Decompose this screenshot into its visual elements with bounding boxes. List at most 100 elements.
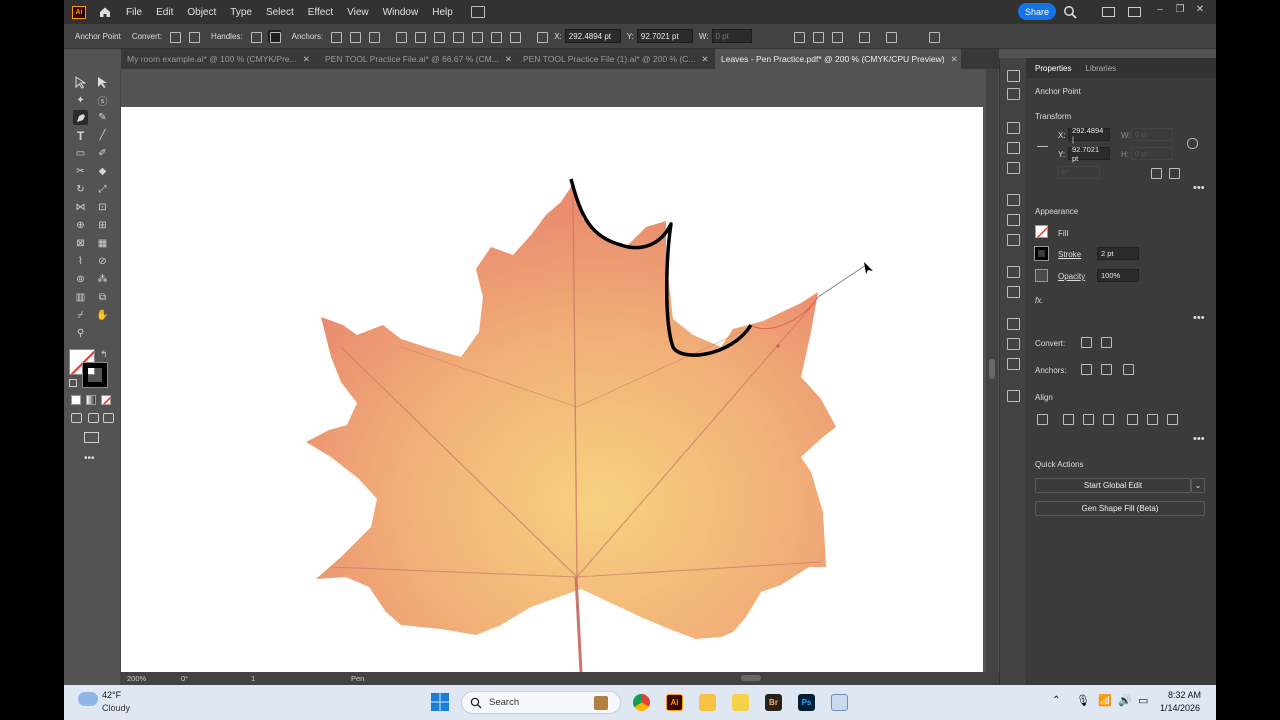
comments-panel-icon[interactable] — [1007, 390, 1020, 402]
eraser-tool-icon[interactable]: ◆ — [95, 164, 110, 179]
flip-vertical-icon[interactable] — [1169, 168, 1180, 179]
weather-description[interactable]: Cloudy — [102, 703, 130, 713]
menu-edit[interactable]: Edit — [156, 7, 173, 18]
align-left-icon[interactable] — [1063, 414, 1074, 425]
h-field[interactable]: 0 pt — [1131, 147, 1173, 160]
artboard[interactable] — [121, 107, 983, 672]
align-to-icon[interactable] — [1037, 414, 1048, 425]
convert-corner-icon[interactable] — [1081, 337, 1092, 348]
isolate-icon[interactable] — [811, 30, 824, 43]
align-right-icon[interactable] — [1103, 414, 1114, 425]
symbol-sprayer-tool-icon[interactable]: ⁂ — [95, 272, 110, 287]
panel-options-icon[interactable] — [884, 30, 897, 43]
column-graph-tool-icon[interactable]: ▥ — [73, 290, 88, 305]
battery-icon[interactable]: ▭ — [1138, 694, 1148, 707]
vertical-scrollbar[interactable] — [986, 69, 998, 672]
transform-more-icon[interactable]: ••• — [1193, 182, 1205, 194]
gradient-tool-icon[interactable]: ▦ — [95, 236, 110, 251]
artwork-svg[interactable] — [121, 107, 983, 672]
home-icon[interactable] — [98, 5, 112, 19]
align-middle-icon[interactable] — [489, 30, 503, 43]
y-field[interactable]: 92.7021 pt — [1068, 145, 1110, 163]
artboards-panel-icon[interactable] — [1007, 338, 1020, 350]
zoom-level[interactable]: 200% — [125, 674, 175, 683]
photoshop-icon[interactable]: Ps — [798, 694, 815, 711]
asset-export-icon[interactable] — [1007, 358, 1020, 370]
show-handles-icon[interactable] — [249, 30, 262, 43]
menu-view[interactable]: View — [347, 7, 369, 18]
rotation-level[interactable]: 0° — [179, 674, 229, 683]
free-transform-tool-icon[interactable]: ⊡ — [95, 200, 110, 215]
measure-tool-icon[interactable]: ⊘ — [95, 254, 110, 269]
draw-inside-icon[interactable] — [103, 413, 114, 423]
appearance-panel-icon[interactable] — [1007, 266, 1020, 278]
align-bottom-icon[interactable] — [508, 30, 522, 43]
draw-behind-icon[interactable] — [88, 413, 99, 423]
stroke-swatch[interactable] — [1034, 246, 1049, 261]
weather-temperature[interactable]: 42°F — [102, 690, 121, 700]
artboard-number[interactable]: 1 — [249, 674, 289, 683]
lasso-tool-icon[interactable]: ⓢ — [95, 93, 110, 108]
slice-tool-icon[interactable]: ⌿ — [73, 308, 88, 323]
menu-type[interactable]: Type — [230, 7, 252, 18]
illustrator-taskbar-icon[interactable]: Ai — [666, 694, 683, 711]
stroke-panel-icon[interactable] — [1007, 194, 1020, 206]
connect-anchors-icon[interactable] — [367, 30, 381, 43]
w-field[interactable]: 0 pt — [711, 29, 752, 43]
close-icon[interactable]: ✕ — [505, 54, 512, 65]
cut-path-icon[interactable] — [348, 30, 362, 43]
opacity-field[interactable]: 100% — [1097, 269, 1139, 282]
workspace-icon[interactable] — [1102, 7, 1115, 17]
draw-normal-icon[interactable] — [71, 413, 82, 423]
tab-leaves-pen-practice[interactable]: Leaves - Pen Practice.pdf* @ 200 % (CMYK… — [715, 49, 961, 69]
close-icon[interactable]: ✕ — [303, 54, 310, 65]
scale-tool-icon[interactable]: ⤢ — [95, 182, 110, 197]
y-field[interactable]: 92.7021 pt — [636, 29, 693, 43]
convert-smooth-icon[interactable] — [1101, 337, 1112, 348]
opacity-label[interactable]: Opacity — [1058, 272, 1085, 281]
convert-smooth-icon[interactable] — [187, 30, 201, 43]
gen-shape-fill-button[interactable]: Gen Shape Fill (Beta) — [1035, 501, 1205, 516]
layers-panel-icon[interactable] — [1007, 318, 1020, 330]
none-mode-icon[interactable] — [101, 395, 111, 405]
paintbrush-tool-icon[interactable]: ✐ — [95, 146, 110, 161]
selection-tool-icon[interactable] — [73, 75, 88, 90]
global-edit-options-icon[interactable]: ⌄ — [1191, 478, 1205, 493]
align-horizontal-center-icon[interactable] — [1083, 414, 1094, 425]
align-left-icon[interactable] — [413, 30, 427, 43]
tab-properties[interactable]: Properties — [1035, 64, 1071, 73]
reference-point-icon[interactable] — [535, 30, 549, 43]
tab-pen-tool-practice[interactable]: PEN TOOL Practice File.ai* @ 66.67 % (CM… — [319, 49, 517, 69]
snipping-tool-icon[interactable] — [831, 694, 848, 711]
scroll-thumb[interactable] — [989, 359, 995, 379]
align-to-icon[interactable] — [394, 30, 408, 43]
screen-mode-icon[interactable] — [84, 432, 99, 443]
perspective-grid-tool-icon[interactable]: ⊞ — [95, 218, 110, 233]
zoom-tool-icon[interactable]: ⚲ — [73, 326, 88, 341]
cut-path-icon[interactable] — [1123, 364, 1134, 375]
microphone-icon[interactable]: 🎙 — [1076, 694, 1090, 707]
align-bottom-icon[interactable] — [1167, 414, 1178, 425]
clock-time[interactable]: 8:32 AM — [1168, 690, 1201, 700]
windows-start-icon[interactable] — [431, 693, 449, 711]
hide-handles-icon[interactable] — [267, 29, 281, 43]
eyedropper-tool-icon[interactable]: ⌇ — [73, 254, 88, 269]
sticky-notes-icon[interactable] — [732, 694, 749, 711]
canvas-area[interactable] — [121, 69, 999, 672]
constrain-icon[interactable] — [1187, 138, 1198, 149]
tab-pen-tool-practice-1[interactable]: PEN TOOL Practice File (1).ai* @ 200 % (… — [517, 49, 715, 69]
share-button[interactable]: Share — [1018, 3, 1056, 20]
file-explorer-icon[interactable] — [699, 694, 716, 711]
menu-object[interactable]: Object — [187, 7, 216, 18]
line-segment-tool-icon[interactable]: ╱ — [95, 128, 110, 143]
recolor-icon[interactable] — [857, 30, 870, 43]
align-right-icon[interactable] — [451, 30, 465, 43]
default-fill-stroke-icon[interactable] — [69, 379, 77, 387]
swap-fill-stroke-icon[interactable]: ↰ — [100, 349, 108, 360]
convert-corner-icon[interactable] — [168, 30, 182, 43]
curvature-tool-icon[interactable]: ✎ — [95, 110, 110, 125]
pen-tool-icon[interactable] — [73, 110, 88, 125]
reference-point-icon[interactable] — [1037, 146, 1048, 147]
w-field[interactable]: 0 pt — [1131, 128, 1173, 141]
cloudy-weather-icon[interactable] — [78, 692, 98, 706]
